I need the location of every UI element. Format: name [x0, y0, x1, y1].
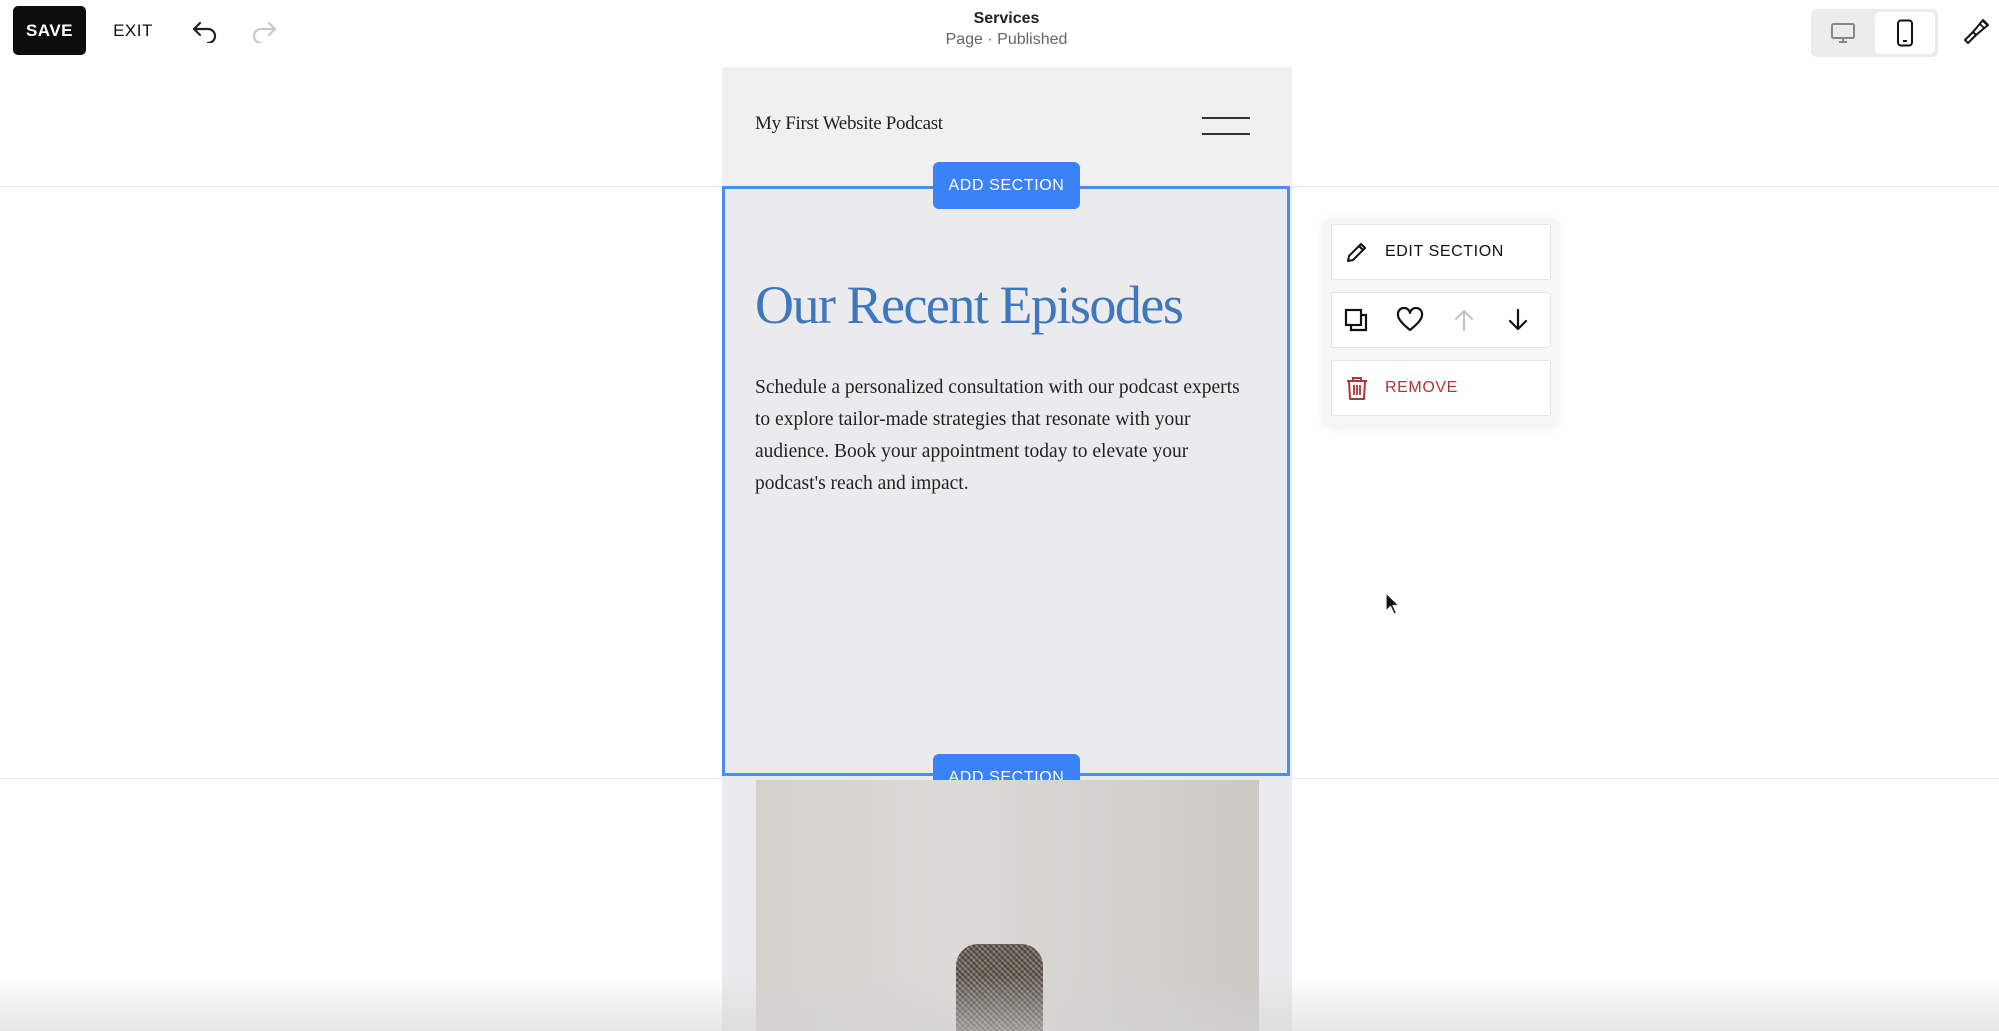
- remove-label: REMOVE: [1385, 379, 1458, 396]
- arrow-up-icon: [1454, 309, 1474, 332]
- undo-button[interactable]: [188, 14, 222, 48]
- trash-icon: [1347, 377, 1367, 400]
- top-toolbar: SAVE EXIT Services Page · Published: [0, 0, 1999, 67]
- paintbrush-icon: [1964, 19, 1989, 44]
- mobile-view-button[interactable]: [1875, 12, 1935, 54]
- remove-section-button[interactable]: REMOVE: [1331, 360, 1551, 416]
- exit-button[interactable]: EXIT: [108, 6, 158, 55]
- move-down-button[interactable]: [1503, 305, 1533, 335]
- hamburger-menu-icon[interactable]: [1202, 114, 1250, 138]
- page-status: Page · Published: [945, 31, 1068, 48]
- cursor-icon: [1385, 592, 1400, 615]
- microphone-image[interactable]: [756, 780, 1259, 1031]
- microphone: [956, 944, 1043, 1031]
- page-title: Services: [973, 10, 1040, 27]
- save-section-button[interactable]: [1395, 305, 1425, 335]
- site-title[interactable]: My First Website Podcast: [755, 113, 943, 135]
- edit-section-button[interactable]: EDIT SECTION: [1331, 224, 1551, 280]
- pencil-icon: [1347, 243, 1366, 262]
- desktop-icon: [1830, 23, 1855, 43]
- arrow-down-icon: [1508, 308, 1528, 331]
- section-body-text[interactable]: Schedule a personalized consultation wit…: [755, 372, 1255, 500]
- duplicate-button[interactable]: [1341, 305, 1371, 335]
- undo-icon: [192, 21, 217, 43]
- site-styles-button[interactable]: [1958, 12, 1996, 50]
- add-section-button-top[interactable]: ADD SECTION: [933, 162, 1080, 209]
- section-heading[interactable]: Our Recent Episodes: [755, 275, 1184, 335]
- section-actions-menu: EDIT SECTION REMOVE: [1323, 218, 1559, 425]
- desktop-view-button[interactable]: [1811, 9, 1874, 57]
- device-view-toggle: [1811, 9, 1938, 57]
- redo-button[interactable]: [247, 14, 281, 48]
- mobile-icon: [1897, 19, 1913, 47]
- move-up-button[interactable]: [1449, 305, 1479, 335]
- heart-icon: [1396, 307, 1424, 332]
- duplicate-icon: [1344, 308, 1368, 332]
- redo-icon: [252, 21, 277, 43]
- save-button[interactable]: SAVE: [13, 6, 86, 55]
- section-quick-actions: [1331, 292, 1551, 348]
- edit-section-label: EDIT SECTION: [1385, 243, 1504, 260]
